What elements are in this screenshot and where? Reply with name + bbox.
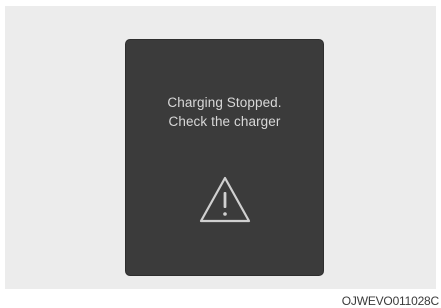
warning-triangle-icon xyxy=(199,176,251,223)
alert-message-line-1: Charging Stopped. xyxy=(167,95,282,110)
alert-message: Charging Stopped. Check the charger xyxy=(126,93,323,131)
alert-message-line-2: Check the charger xyxy=(168,114,281,129)
figure-code-caption: OJWEVO011028C xyxy=(341,294,439,308)
charging-alert-dialog: Charging Stopped. Check the charger xyxy=(126,40,323,275)
